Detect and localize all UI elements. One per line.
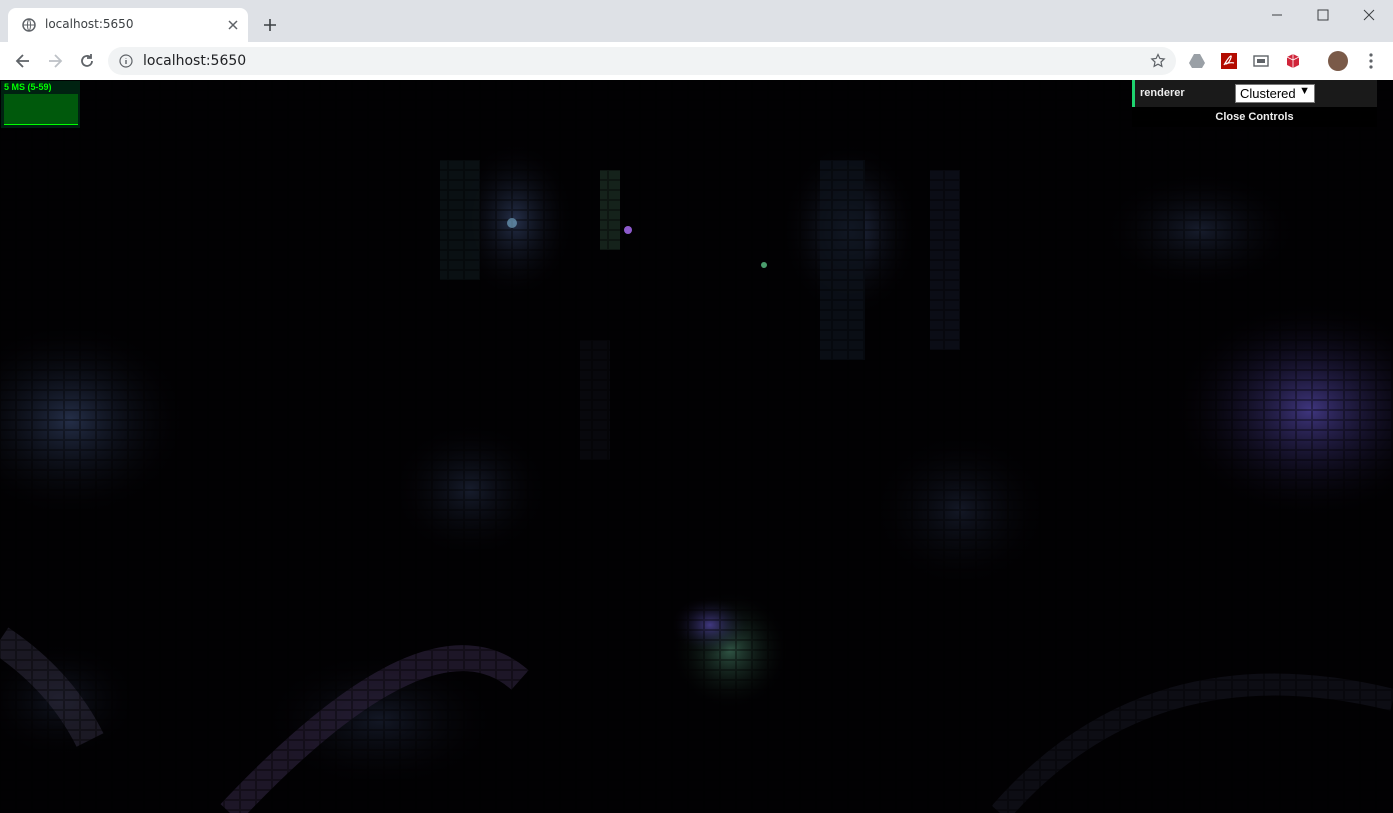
browser-toolbar: localhost:5650 bbox=[0, 42, 1393, 81]
minimize-icon[interactable] bbox=[1270, 8, 1284, 22]
pdf-extension-icon[interactable] bbox=[1220, 52, 1238, 70]
renderer-select[interactable]: Clustered ▼ bbox=[1235, 84, 1315, 103]
maximize-icon[interactable] bbox=[1316, 8, 1330, 22]
back-arrow-icon[interactable] bbox=[14, 52, 32, 70]
stats-fps-text: 5 MS (5-59) bbox=[4, 82, 52, 92]
new-tab-icon[interactable] bbox=[262, 17, 278, 33]
cast-extension-icon[interactable] bbox=[1252, 52, 1270, 70]
cube-extension-icon[interactable] bbox=[1284, 52, 1302, 70]
rendered-scene bbox=[0, 80, 1393, 813]
reload-icon[interactable] bbox=[78, 52, 96, 70]
more-menu-icon[interactable] bbox=[1362, 52, 1380, 70]
address-bar[interactable]: localhost:5650 bbox=[108, 47, 1176, 75]
profile-avatar[interactable] bbox=[1328, 51, 1348, 71]
stats-panel[interactable]: 5 MS (5-59) bbox=[1, 81, 80, 128]
stats-graph bbox=[4, 94, 78, 124]
window-close-icon[interactable] bbox=[1362, 8, 1376, 22]
drive-extension-icon[interactable] bbox=[1188, 52, 1206, 70]
url-text: localhost:5650 bbox=[143, 53, 247, 69]
dropdown-arrow-icon: ▼ bbox=[1299, 85, 1310, 97]
renderer-label: renderer bbox=[1140, 87, 1185, 99]
close-icon[interactable] bbox=[226, 18, 240, 32]
renderer-selected-value: Clustered bbox=[1240, 86, 1296, 101]
info-icon[interactable] bbox=[119, 54, 133, 68]
title-bar: localhost:5650 bbox=[0, 0, 1393, 42]
browser-tab[interactable]: localhost:5650 bbox=[8, 8, 248, 42]
globe-icon bbox=[22, 18, 36, 32]
renderer-control-row: renderer Clustered ▼ bbox=[1132, 80, 1377, 107]
controls-panel: renderer Clustered ▼ Close Controls bbox=[1132, 80, 1377, 127]
forward-arrow-icon[interactable] bbox=[46, 52, 64, 70]
close-controls-button[interactable]: Close Controls bbox=[1132, 107, 1377, 127]
webgl-canvas[interactable]: 5 MS (5-59) renderer Clustered ▼ Close C… bbox=[0, 80, 1393, 813]
browser-window: localhost:5650 localhost:5650 5 MS (5-59… bbox=[0, 0, 1393, 813]
tab-title: localhost:5650 bbox=[45, 17, 134, 31]
stats-graph-baseline bbox=[4, 124, 78, 125]
bookmark-star-icon[interactable] bbox=[1150, 53, 1166, 69]
